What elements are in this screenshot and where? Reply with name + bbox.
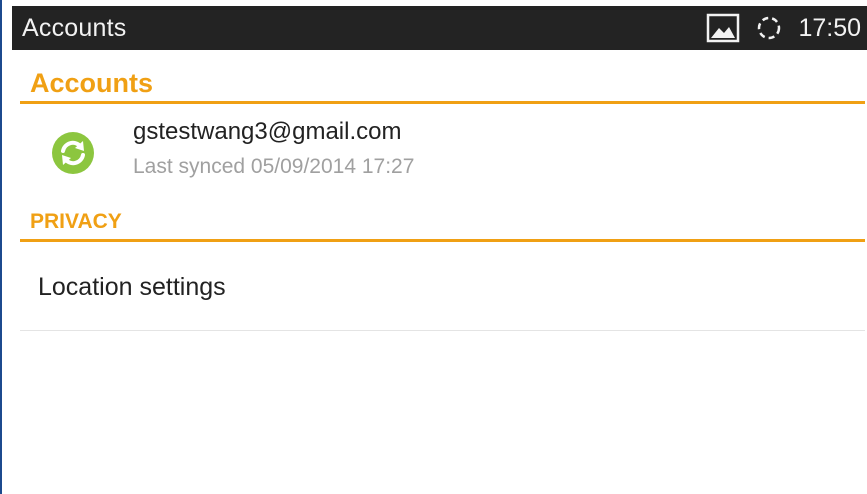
section-header-privacy: PRIVACY xyxy=(20,207,865,242)
account-last-synced: Last synced 05/09/2014 17:27 xyxy=(133,155,415,178)
app-frame: Accounts 17:50 Accounts gstestwang3@gmai… xyxy=(0,0,867,494)
image-icon xyxy=(706,13,740,43)
account-email: gstestwang3@gmail.com xyxy=(133,118,402,145)
status-bar-right: 17:50 xyxy=(706,13,867,43)
account-item[interactable]: gstestwang3@gmail.com Last synced 05/09/… xyxy=(20,112,865,192)
status-bar: Accounts 17:50 xyxy=(12,6,867,50)
status-bar-time: 17:50 xyxy=(798,13,861,42)
location-settings-item[interactable]: Location settings xyxy=(20,243,865,331)
status-bar-title: Accounts xyxy=(22,13,127,42)
section-header-accounts: Accounts xyxy=(20,68,865,104)
sync-spinner-icon xyxy=(754,13,784,43)
location-settings-label: Location settings xyxy=(38,273,226,301)
sync-icon xyxy=(50,130,96,181)
